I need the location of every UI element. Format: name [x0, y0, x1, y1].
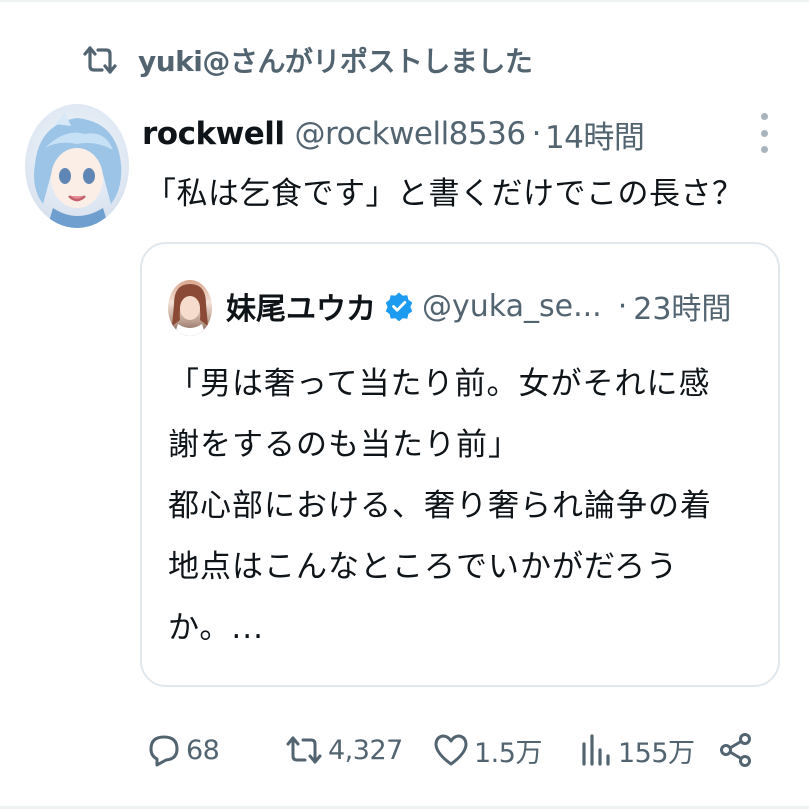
- repost-indicator[interactable]: yuki@さんがリポストしました: [80, 38, 533, 82]
- like-count: 1.5万: [474, 737, 542, 769]
- repost-icon: [284, 733, 324, 767]
- quoted-author-name: 妹尾ユウカ: [226, 292, 376, 327]
- view-count: 155万: [618, 737, 695, 769]
- reply-count: 68: [186, 734, 220, 766]
- views-button[interactable]: 155万: [578, 720, 695, 780]
- quoted-tweet-header: 妹尾ユウカ @yuka_se... · 23時間: [226, 284, 731, 328]
- like-button[interactable]: 1.5万: [432, 720, 542, 780]
- quoted-text-line: 地点はこんなところでいかがだろう: [168, 549, 679, 585]
- quoted-text-line: か。...: [168, 610, 264, 646]
- tweet-actions: 68 4,327 1.5万 155万: [0, 720, 809, 780]
- user-avatar[interactable]: [25, 104, 129, 228]
- like-icon: [432, 732, 470, 768]
- separator-dot: ·: [531, 116, 542, 152]
- repost-count: 4,327: [328, 734, 403, 766]
- quoted-text-line: 都心部における、奢り奢られ論争の着: [168, 488, 712, 524]
- quoted-text-line: 「男は奢って当たり前。女がそれに感: [168, 366, 711, 402]
- tweet-header: rockwell @rockwell8536 · 14時間: [142, 110, 645, 158]
- quoted-text-line: 謝をするのも当たり前」: [168, 427, 520, 463]
- views-icon: [578, 732, 614, 768]
- quoted-user-avatar: [168, 280, 212, 336]
- verified-badge-icon: [384, 291, 414, 322]
- separator-dot: ·: [617, 288, 628, 324]
- repost-label: yuki@さんがリポストしました: [138, 45, 533, 78]
- quoted-tweet-card[interactable]: 妹尾ユウカ @yuka_se... · 23時間 「男は奢って当たり前。女がそれ…: [140, 242, 780, 687]
- quoted-post-time: 23時間: [633, 292, 732, 327]
- quoted-tweet-text: 「男は奢って当たり前。女がそれに感 謝をするのも当たり前」 都心部における、奢り…: [168, 354, 768, 659]
- quoted-author-handle: @yuka_se...: [422, 288, 602, 324]
- top-divider: [0, 0, 809, 2]
- repost-icon: [80, 44, 120, 76]
- reply-icon: [146, 732, 182, 768]
- author-name[interactable]: rockwell: [142, 116, 285, 152]
- post-time[interactable]: 14時間: [545, 112, 645, 157]
- more-options-icon[interactable]: [752, 113, 776, 153]
- repost-button[interactable]: 4,327: [284, 720, 403, 780]
- author-handle[interactable]: @rockwell8536: [295, 116, 527, 152]
- reply-button[interactable]: 68: [146, 720, 220, 780]
- share-button[interactable]: [718, 720, 754, 780]
- tweet-text: 「私は乞食です」と書くだけでこの長さ？: [145, 176, 744, 212]
- share-icon: [718, 732, 754, 768]
